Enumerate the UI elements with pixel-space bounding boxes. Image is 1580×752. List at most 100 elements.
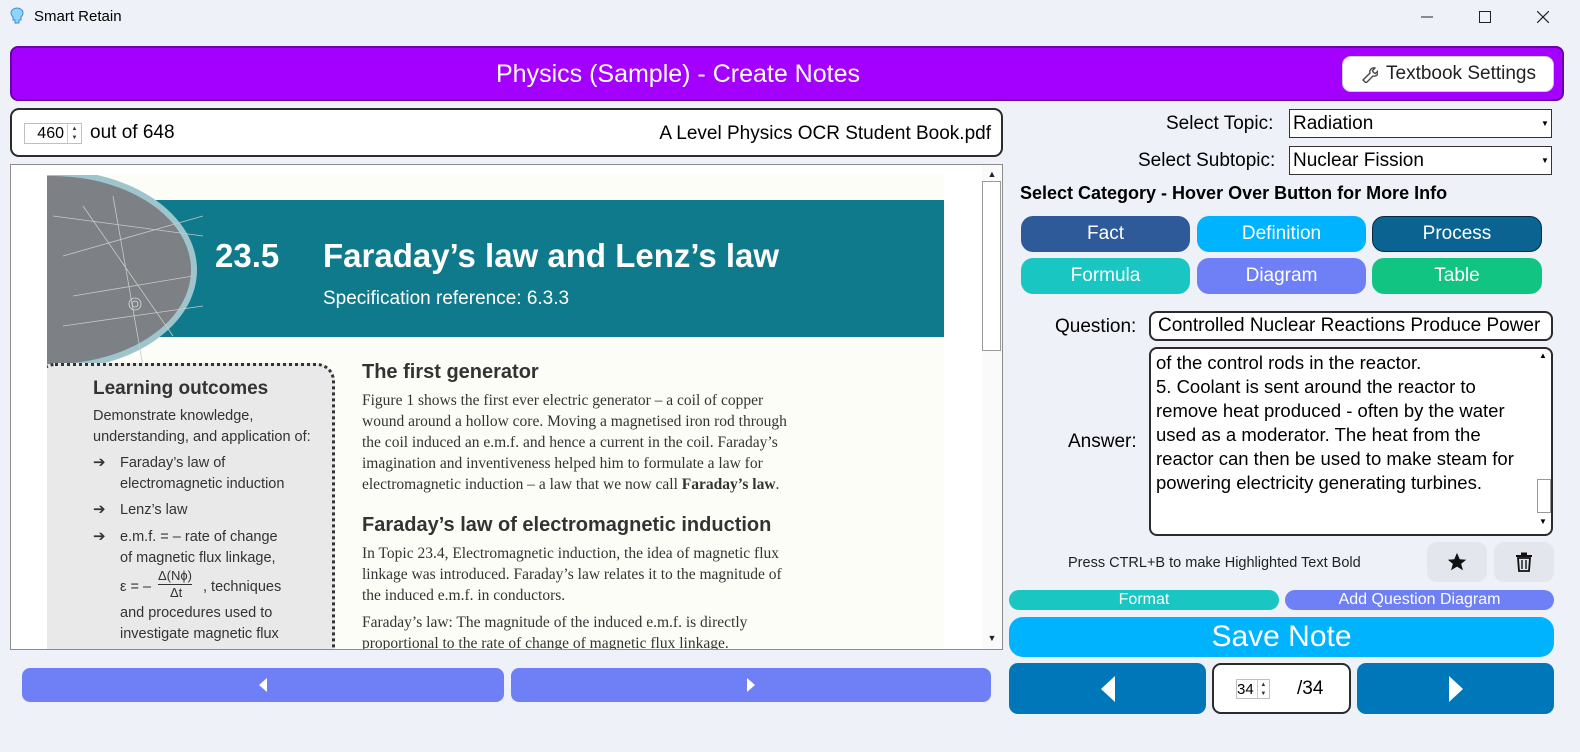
star-icon [1447, 552, 1467, 571]
category-formula-button[interactable]: Formula [1021, 258, 1190, 294]
minimize-icon [1421, 16, 1433, 18]
answer-scroll-thumb[interactable] [1537, 479, 1551, 513]
question-input[interactable]: Controlled Nuclear Reactions Produce Pow… [1149, 311, 1553, 341]
lo-intro-1: Demonstrate knowledge, [93, 408, 254, 424]
section-title: Faraday’s law and Lenz’s law [323, 237, 780, 274]
lo-formula-tail: , techniques [203, 579, 282, 595]
section-number: 23.5 [215, 237, 280, 274]
arrow-icon: ➔ [93, 528, 106, 545]
category-process-button[interactable]: Process [1372, 216, 1542, 252]
close-icon [1537, 11, 1549, 23]
lo-item-1b: electromagnetic induction [120, 476, 285, 492]
lo-item-3a: e.m.f. = – rate of change [120, 529, 278, 545]
lo-formula-lead: ε = – [120, 579, 152, 595]
arrow-icon: ➔ [93, 501, 106, 518]
close-button[interactable] [1514, 0, 1572, 34]
chevron-right-icon [1448, 675, 1463, 702]
note-total-label: /34 [1297, 678, 1324, 699]
spin-down-icon[interactable]: ▼ [68, 134, 81, 144]
chevron-down-icon: ▼ [1541, 156, 1549, 165]
previous-page-button[interactable] [22, 668, 504, 702]
topic-value: Radiation [1293, 112, 1374, 134]
answer-label: Answer: [1068, 431, 1137, 452]
lo-after-2: investigate magnetic flux [120, 626, 279, 642]
textbook-settings-button[interactable]: Textbook Settings [1342, 56, 1554, 92]
para1-line3: the coil induced an e.m.f. and hence a c… [362, 434, 778, 451]
next-note-button[interactable] [1357, 663, 1554, 714]
lo-formula-numerator: Δ(Nϕ) [158, 568, 193, 585]
banner-circle-image [47, 175, 203, 370]
next-page-button[interactable] [511, 668, 991, 702]
para2-line1: In Topic 23.4, Electromagnetic induction… [362, 545, 780, 562]
heading-faradays-law: Faraday’s law of electromagnetic inducti… [362, 514, 772, 536]
pdf-scroll-thumb[interactable] [982, 181, 1001, 351]
answer-text: of the control rods in the reactor. 5. C… [1156, 352, 1514, 493]
lo-formula-denominator: Δt [170, 585, 183, 600]
para3-line1: Faraday’s law: The magnitude of the indu… [362, 614, 748, 631]
minimize-button[interactable] [1398, 0, 1456, 34]
subtopic-label: Select Subtopic: [1138, 150, 1276, 171]
maximize-icon [1479, 11, 1491, 23]
pdf-viewer[interactable]: 23.5 Faraday’s law and Lenz’s law Specif… [10, 164, 1003, 650]
topic-label: Select Topic: [1166, 113, 1274, 134]
question-label: Question: [1055, 316, 1137, 337]
category-fact-button[interactable]: Fact [1021, 216, 1190, 252]
spin-up-icon[interactable]: ▲ [68, 124, 81, 134]
chevron-left-icon [259, 678, 267, 692]
particle-tracks-image [52, 195, 203, 367]
page-number-value: 460 [37, 124, 64, 142]
scroll-down-icon[interactable]: ▼ [982, 631, 1002, 645]
star-button[interactable] [1427, 542, 1487, 582]
note-number-value: 34 [1237, 680, 1254, 698]
add-question-diagram-button[interactable]: Add Question Diagram [1285, 590, 1554, 610]
spin-down-icon[interactable]: ▼ [1258, 689, 1269, 698]
lo-item-3b: of magnetic flux linkage, [120, 550, 276, 566]
spec-reference: Specification reference: 6.3.3 [323, 288, 570, 309]
subtopic-select[interactable]: Nuclear Fission ▼ [1289, 146, 1552, 175]
topic-select[interactable]: Radiation ▼ [1289, 109, 1552, 138]
para1-line1: Figure 1 shows the first ever electric g… [362, 392, 764, 409]
category-definition-button[interactable]: Definition [1197, 216, 1366, 252]
save-note-button[interactable]: Save Note [1009, 617, 1554, 657]
note-counter: 34 ▲ ▼ /34 [1212, 663, 1351, 714]
page-total-label: out of 648 [90, 122, 175, 143]
lo-after-1: and procedures used to [120, 605, 273, 621]
category-heading: Select Category - Hover Over Button for … [1020, 183, 1448, 203]
app-title: Smart Retain [34, 8, 122, 25]
lo-item-1a: Faraday’s law of [120, 455, 226, 471]
note-number-spinner[interactable]: 34 ▲ ▼ [1236, 679, 1270, 699]
lo-intro-2: understanding, and application of: [93, 429, 311, 445]
trash-icon [1516, 552, 1532, 572]
brain-icon [10, 7, 24, 24]
textbook-settings-label: Textbook Settings [1386, 63, 1536, 84]
heading-first-generator: The first generator [362, 361, 539, 383]
answer-textarea[interactable]: of the control rods in the reactor. 5. C… [1149, 347, 1553, 536]
maximize-button[interactable] [1456, 0, 1514, 34]
para2-line3: the induced e.m.f. in conductors. [362, 587, 566, 604]
page-number-spinner[interactable]: 460 ▲ ▼ [24, 123, 82, 144]
scroll-up-icon[interactable]: ▲ [1535, 351, 1551, 365]
scroll-down-icon[interactable]: ▼ [1535, 517, 1551, 531]
window-titlebar: Smart Retain [0, 0, 1580, 34]
learning-outcomes-title: Learning outcomes [93, 378, 269, 399]
scroll-up-icon[interactable]: ▲ [982, 167, 1002, 181]
pdf-page: 23.5 Faraday’s law and Lenz’s law Specif… [47, 175, 944, 650]
format-button[interactable]: Format [1009, 590, 1279, 610]
arrow-icon: ➔ [93, 454, 106, 471]
chevron-right-icon [747, 678, 755, 692]
para2-line2: linkage was introduced. Faraday’s law re… [362, 566, 782, 583]
delete-button[interactable] [1494, 542, 1554, 582]
spin-up-icon[interactable]: ▲ [1258, 680, 1269, 689]
pdf-page-bar: 460 ▲ ▼ out of 648 A Level Physics OCR St… [10, 108, 1003, 157]
previous-note-button[interactable] [1009, 663, 1206, 714]
page-title: Physics (Sample) - Create Notes [495, 60, 860, 88]
chevron-down-icon: ▼ [1541, 119, 1549, 128]
para3-line2: proportional to the rate of change of ma… [362, 635, 729, 650]
pdf-file-name: A Level Physics OCR Student Book.pdf [659, 123, 991, 144]
para1-line2: wound around a hollow core. Moving a mag… [362, 413, 787, 430]
category-table-button[interactable]: Table [1372, 258, 1542, 294]
category-diagram-button[interactable]: Diagram [1197, 258, 1366, 294]
para1-line5: electromagnetic induction – a law that w… [362, 476, 780, 493]
chevron-left-icon [1100, 675, 1115, 702]
para1-line4: imagination and inventiveness helped him… [362, 455, 763, 472]
